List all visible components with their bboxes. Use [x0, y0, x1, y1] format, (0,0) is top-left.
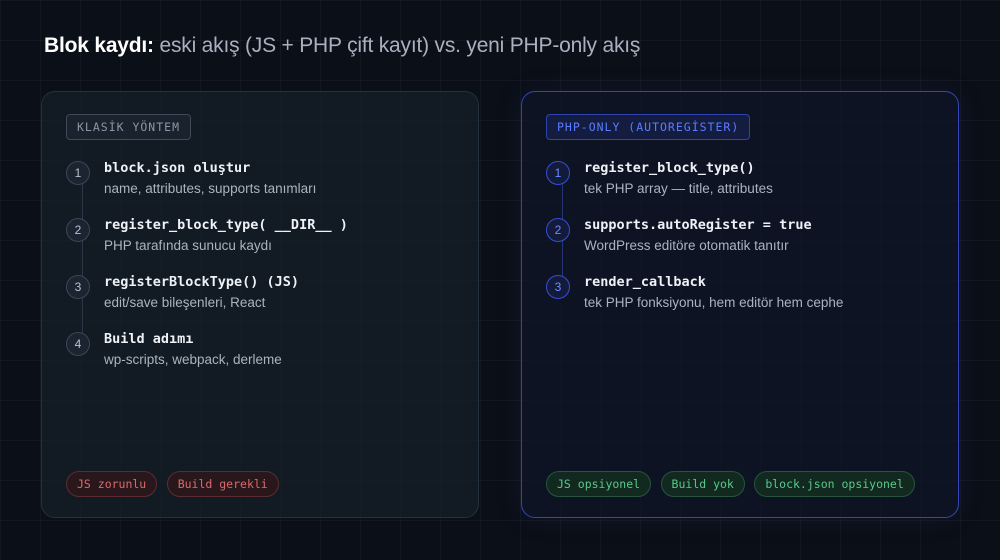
step-number-badge: 1 — [66, 161, 90, 185]
tag-build-required: Build gerekli — [166, 471, 279, 497]
step-title: registerBlockType() (JS) — [104, 274, 300, 290]
step-title: supports.autoRegister = true — [584, 217, 812, 233]
page-title-strong: Blok kaydı: — [44, 34, 154, 57]
step-number-badge: 1 — [546, 161, 570, 185]
step-description: WordPress editöre otomatik tanıtır — [584, 238, 789, 253]
step-description: name, attributes, supports tanımları — [104, 181, 317, 196]
step-title: render_callback — [584, 274, 706, 290]
page-title-rest: eski akış (JS + PHP çift kayıt) vs. yeni… — [159, 34, 641, 57]
step-title: register_block_type() — [584, 160, 755, 176]
tag-js-optional: JS opsiyonel — [546, 471, 652, 497]
step-title: block.json oluştur — [104, 160, 251, 176]
step-description: PHP tarafında sunucu kaydı — [104, 238, 272, 253]
step-title: register_block_type( __DIR__ ) — [104, 217, 348, 233]
step-description: tek PHP fonksiyonu, hem editör hem cephe — [584, 295, 844, 310]
classic-step-1: 1 block.json oluştur name, attributes, s… — [66, 160, 458, 217]
step-number-badge: 3 — [546, 275, 570, 299]
classic-tags: JS zorunlu Build gerekli — [66, 471, 284, 497]
step-number-badge: 2 — [546, 218, 570, 242]
php-only-step-1: 1 register_block_type() tek PHP array — … — [546, 160, 938, 217]
classic-method-panel: KLASİK YÖNTEM 1 block.json oluştur name,… — [41, 91, 479, 518]
php-only-step-3: 3 render_callback tek PHP fonksiyonu, he… — [546, 274, 938, 331]
php-only-step-2: 2 supports.autoRegister = true WordPress… — [546, 217, 938, 274]
tag-js-required: JS zorunlu — [66, 471, 158, 497]
page-title: Blok kaydı: eski akış (JS + PHP çift kay… — [44, 34, 640, 58]
classic-steps-list: 1 block.json oluştur name, attributes, s… — [66, 160, 458, 388]
classic-step-4: 4 Build adımı wp-scripts, webpack, derle… — [66, 331, 458, 388]
php-only-steps-list: 1 register_block_type() tek PHP array — … — [546, 160, 938, 331]
step-description: tek PHP array — title, attributes — [584, 181, 773, 196]
php-only-label: PHP-ONLY (AUTOREGİSTER) — [546, 114, 751, 140]
php-only-tags: JS opsiyonel Build yok block.json opsiyo… — [546, 471, 920, 497]
step-description: edit/save bileşenleri, React — [104, 295, 266, 310]
classic-method-label: KLASİK YÖNTEM — [66, 114, 192, 140]
php-only-panel: PHP-ONLY (AUTOREGİSTER) 1 register_block… — [521, 91, 959, 518]
tag-block-json-optional: block.json opsiyonel — [754, 471, 915, 497]
classic-step-3: 3 registerBlockType() (JS) edit/save bil… — [66, 274, 458, 331]
step-number-badge: 4 — [66, 332, 90, 356]
step-number-badge: 2 — [66, 218, 90, 242]
step-description: wp-scripts, webpack, derleme — [104, 352, 282, 367]
tag-no-build: Build yok — [660, 471, 745, 497]
step-number-badge: 3 — [66, 275, 90, 299]
step-title: Build adımı — [104, 331, 194, 347]
classic-step-2: 2 register_block_type( __DIR__ ) PHP tar… — [66, 217, 458, 274]
